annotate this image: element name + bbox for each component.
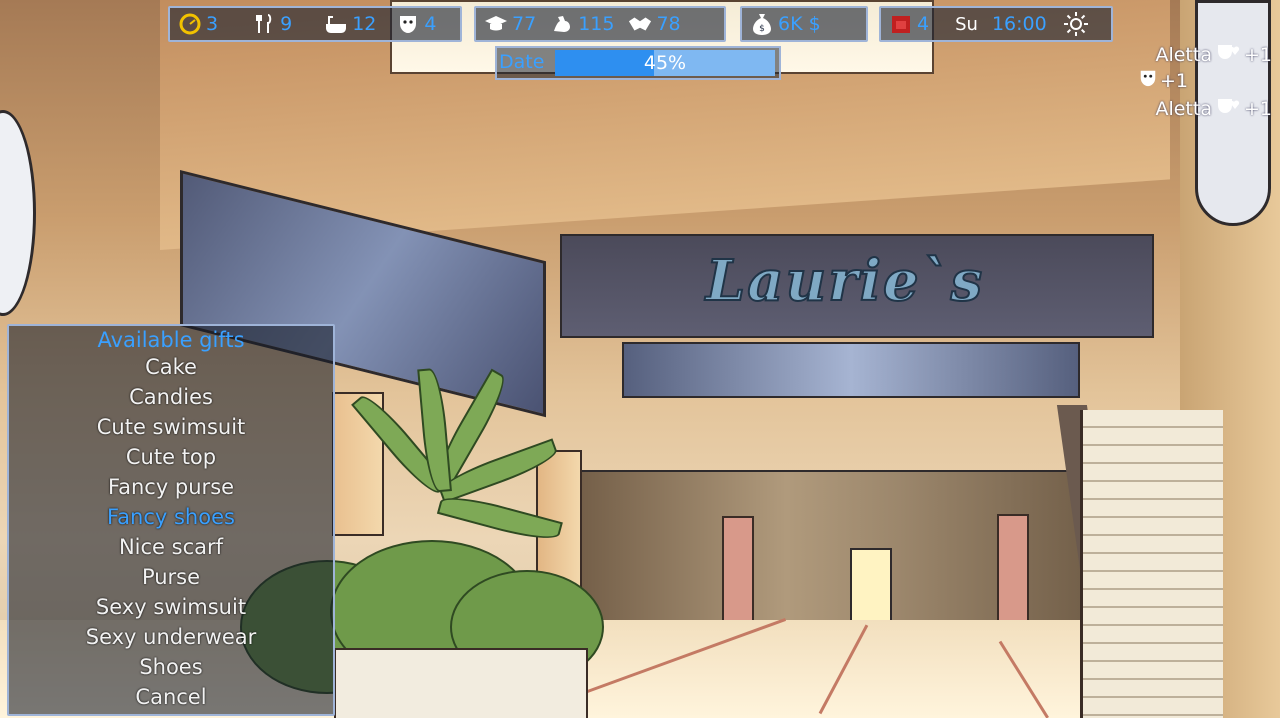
- gift-menu-title: Available gifts: [97, 328, 245, 352]
- skills-status-bar: 77 115 78: [474, 6, 726, 42]
- money-status-bar: $ 6K $: [740, 6, 868, 42]
- graduation-cap-icon: [484, 12, 508, 36]
- fitness-stat: 115: [550, 12, 614, 36]
- mask-icon: [1138, 68, 1158, 93]
- weekday-label: Su: [955, 13, 978, 35]
- calendar-stat: 4: [889, 12, 929, 36]
- gift-option-fancy-purse[interactable]: Fancy purse: [9, 472, 333, 502]
- cancel-button[interactable]: Cancel: [9, 682, 333, 712]
- muscle-arm-icon: [550, 12, 574, 36]
- calendar-icon: [889, 12, 913, 36]
- gift-menu: Available gifts Cake Candies Cute swimsu…: [7, 324, 335, 716]
- notification-relationship: Aletta +1: [1155, 42, 1272, 67]
- planter-box: [334, 648, 588, 718]
- gift-option-candies[interactable]: Candies: [9, 382, 333, 412]
- hunger-value: 9: [280, 13, 293, 35]
- intelligence-stat: 77: [484, 12, 536, 36]
- date-progress-bar: Date 45%: [495, 46, 781, 80]
- gift-option-nice-scarf[interactable]: Nice scarf: [9, 532, 333, 562]
- mask-icon: [396, 12, 420, 36]
- hunger-stat: 9: [252, 12, 292, 36]
- energy-value: 3: [206, 13, 219, 35]
- date-progress-text: 45%: [643, 52, 687, 74]
- gift-option-cute-top[interactable]: Cute top: [9, 442, 333, 472]
- handshake-icon: [628, 12, 652, 36]
- fork-knife-icon: [252, 12, 276, 36]
- notification-delta: +1: [1243, 97, 1272, 120]
- sun-icon: [1063, 11, 1089, 37]
- charisma-value: 78: [656, 13, 681, 35]
- hall-pillar: [722, 516, 754, 636]
- notification-delta: +1: [1159, 69, 1188, 92]
- charisma-stat: 78: [628, 12, 681, 36]
- staircase: [1080, 410, 1223, 718]
- gift-list: Cake Candies Cute swimsuit Cute top Fanc…: [9, 352, 333, 712]
- hygiene-stat: 12: [324, 12, 376, 36]
- energy-stat: 3: [178, 12, 218, 36]
- time-status-bar: 4 Su 16:00: [879, 6, 1113, 42]
- store-window: [622, 342, 1080, 398]
- intelligence-value: 77: [512, 13, 537, 35]
- needs-status-bar: 3 9 12 4: [168, 6, 462, 42]
- notification-name: Aletta: [1155, 43, 1212, 66]
- notification-delta: +1: [1243, 43, 1272, 66]
- hall-pillar: [997, 514, 1029, 634]
- mood-value: 4: [424, 13, 437, 35]
- gift-option-fancy-shoes[interactable]: Fancy shoes: [9, 502, 333, 532]
- day-number: 4: [917, 13, 930, 35]
- gift-option-sexy-swimsuit[interactable]: Sexy swimsuit: [9, 592, 333, 622]
- notification-relationship: Aletta +1: [1155, 96, 1272, 121]
- money-bag-icon: $: [750, 12, 774, 36]
- heart-mask-icon: [1216, 96, 1242, 121]
- gift-option-cake[interactable]: Cake: [9, 352, 333, 382]
- bathtub-icon: [324, 12, 348, 36]
- hygiene-value: 12: [352, 13, 377, 35]
- heart-mask-icon: [1216, 42, 1242, 67]
- date-progress-track: 45%: [555, 50, 775, 76]
- gift-option-sexy-underwear[interactable]: Sexy underwear: [9, 622, 333, 652]
- date-label: Date: [499, 51, 545, 73]
- gift-option-shoes[interactable]: Shoes: [9, 652, 333, 682]
- notification-name: Aletta: [1155, 97, 1212, 120]
- notification-mood: +1: [1138, 68, 1188, 93]
- fitness-value: 115: [578, 13, 615, 35]
- shop-sign: Laurie`s: [705, 247, 985, 315]
- clock-time: 16:00: [991, 13, 1047, 35]
- mood-stat: 4: [396, 12, 436, 36]
- gift-option-cute-swimsuit[interactable]: Cute swimsuit: [9, 412, 333, 442]
- money-value: 6K $: [778, 13, 821, 35]
- svg-text:$: $: [759, 24, 765, 34]
- energy-gauge-icon: [178, 12, 202, 36]
- lower-hallway: [560, 470, 1124, 634]
- money-stat: $ 6K $: [750, 12, 821, 36]
- gift-option-purse[interactable]: Purse: [9, 562, 333, 592]
